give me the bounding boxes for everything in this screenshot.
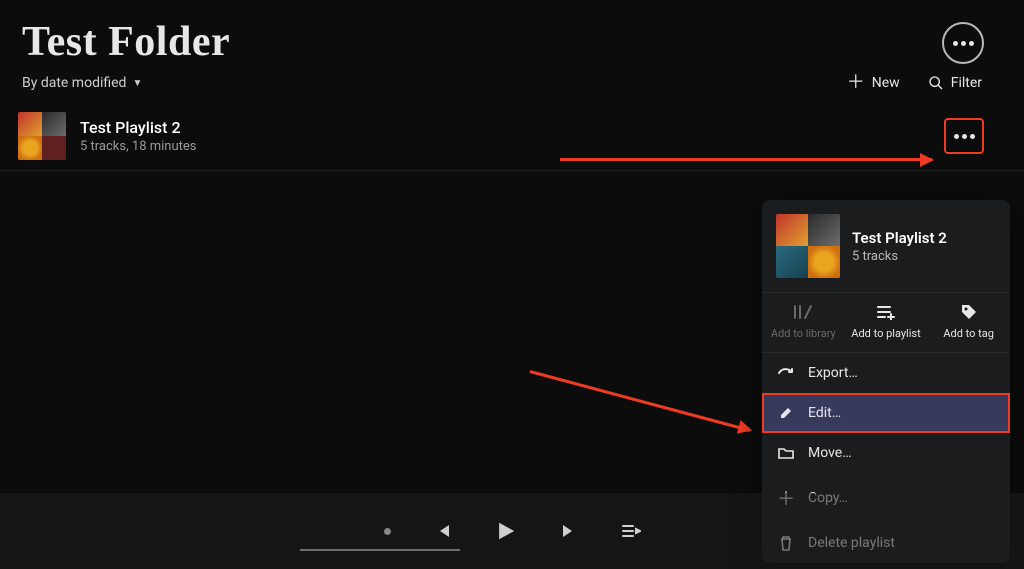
playlist-artwork	[776, 214, 840, 278]
new-button[interactable]: ＋ New	[847, 74, 900, 92]
annotation-arrow	[560, 158, 932, 161]
export-menu-item[interactable]: Export…	[762, 353, 1010, 393]
skip-next-icon	[561, 523, 577, 539]
edit-menu-item[interactable]: Edit…	[762, 393, 1010, 433]
pencil-icon	[778, 406, 794, 420]
playlist-subtitle: 5 tracks, 18 minutes	[80, 139, 197, 154]
context-title: Test Playlist 2	[852, 229, 947, 247]
folder-more-button[interactable]	[942, 22, 984, 64]
page-title: Test Folder	[22, 18, 230, 66]
more-icon	[954, 134, 975, 139]
sort-dropdown[interactable]: By date modified ▼	[22, 75, 142, 91]
context-menu-header: Test Playlist 2 5 tracks	[762, 200, 1010, 293]
add-to-library-button: Add to library	[766, 303, 840, 340]
add-to-tag-button[interactable]: Add to tag	[932, 303, 1006, 340]
player-bar	[0, 493, 1024, 569]
more-icon	[953, 41, 974, 46]
play-button[interactable]	[495, 520, 517, 542]
folder-icon	[778, 446, 794, 460]
move-menu-item[interactable]: Move…	[762, 433, 1010, 473]
playlist-add-icon	[876, 303, 896, 321]
queue-button[interactable]	[621, 523, 641, 539]
playlist-more-button[interactable]	[944, 118, 984, 154]
library-icon	[793, 303, 813, 321]
play-icon	[495, 520, 517, 542]
search-icon	[928, 75, 944, 91]
context-subtitle: 5 tracks	[852, 249, 947, 264]
new-label: New	[872, 75, 900, 91]
playlist-artwork	[18, 112, 66, 160]
tag-icon	[960, 303, 978, 321]
previous-track-button[interactable]	[435, 523, 451, 539]
progress-bar[interactable]	[300, 549, 460, 551]
playlist-title: Test Playlist 2	[80, 118, 197, 137]
shuffle-button[interactable]	[384, 528, 391, 535]
next-track-button[interactable]	[561, 523, 577, 539]
plus-icon: ＋	[847, 74, 865, 92]
shuffle-icon	[384, 528, 391, 535]
toolbar: By date modified ▼ ＋ New Filter	[0, 70, 1024, 102]
add-to-playlist-button[interactable]: Add to playlist	[849, 303, 923, 340]
sort-label: By date modified	[22, 75, 126, 91]
queue-icon	[621, 523, 641, 539]
filter-label: Filter	[951, 75, 982, 91]
context-quick-actions: Add to library Add to playlist Add to ta…	[762, 293, 1010, 353]
filter-button[interactable]: Filter	[928, 74, 982, 92]
annotation-arrow	[530, 370, 751, 432]
chevron-down-icon: ▼	[132, 78, 142, 89]
export-icon	[778, 366, 794, 380]
skip-previous-icon	[435, 523, 451, 539]
